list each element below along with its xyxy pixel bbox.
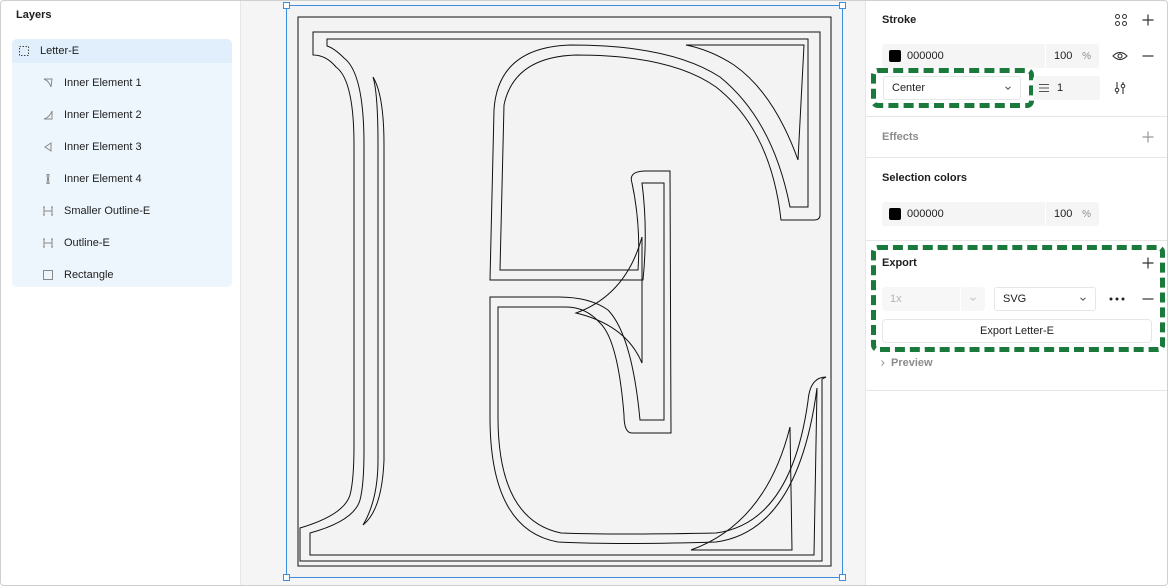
stroke-section: Stroke 000000 100 % Center 1	[866, 0, 1168, 117]
export-button[interactable]: Export Letter-E	[882, 319, 1152, 343]
selection-color-swatch[interactable]	[889, 208, 901, 220]
layer-label: Inner Element 1	[64, 77, 142, 89]
effects-section: Effects	[866, 117, 1168, 158]
selection-hex-value[interactable]: 000000	[907, 208, 944, 220]
advanced-stroke-settings-icon[interactable]	[1110, 78, 1130, 98]
layer-label: Inner Element 4	[64, 173, 142, 185]
layer-label: Smaller Outline-E	[64, 205, 151, 217]
chevron-down-icon	[1005, 86, 1011, 90]
layer-item-inner-element-3[interactable]: Inner Element 3	[12, 135, 232, 159]
style-grid-icon[interactable]	[1111, 10, 1131, 30]
vector-path-icon	[42, 173, 54, 185]
chevron-down-icon	[1080, 297, 1086, 301]
chevron-down-icon	[970, 297, 976, 301]
selection-colors-section: Selection colors 000000 100 %	[866, 158, 1168, 241]
stroke-weight-field[interactable]: 1	[1033, 76, 1100, 100]
chevron-right-icon	[881, 360, 885, 366]
export-section: Export 1x SVG Export Letter-E Preview	[866, 241, 1168, 391]
export-scale-field[interactable]: 1x	[882, 287, 985, 311]
selection-outline	[286, 5, 843, 578]
export-scale-value: 1x	[890, 293, 902, 305]
design-canvas[interactable]	[241, 0, 865, 586]
stroke-position-value: Center	[892, 82, 926, 94]
export-format-select[interactable]: SVG	[994, 287, 1096, 311]
stroke-hex-value[interactable]: 000000	[907, 50, 944, 62]
vector-path-icon	[42, 141, 54, 153]
layer-item-inner-element-1[interactable]: Inner Element 1	[12, 71, 232, 95]
inner-element-2-shape	[690, 426, 793, 551]
more-options-icon[interactable]	[1107, 289, 1127, 309]
stroke-title: Stroke	[882, 14, 917, 26]
inner-element-4-shape	[362, 76, 385, 526]
stroke-percent-sign: %	[1082, 50, 1091, 62]
stroke-weight-value[interactable]: 1	[1057, 82, 1063, 94]
field-divider	[1045, 44, 1046, 68]
preview-toggle[interactable]: Preview	[880, 357, 933, 369]
smaller-outline-e-shape	[309, 38, 818, 556]
properties-panel: Stroke 000000 100 % Center 1 Effects Sel…	[865, 0, 1168, 586]
outline-e-shape	[299, 31, 827, 562]
layer-item-rectangle[interactable]: Rectangle	[12, 263, 232, 287]
layer-label: Outline-E	[64, 237, 110, 249]
selection-color-field[interactable]: 000000 100 %	[882, 202, 1099, 226]
resize-handle-top-right[interactable]	[839, 2, 846, 9]
selection-opacity-value[interactable]: 100	[1054, 208, 1072, 220]
layers-panel-title: Layers	[16, 9, 52, 21]
effects-title: Effects	[882, 131, 919, 143]
layer-label: Inner Element 3	[64, 141, 142, 153]
layer-item-smaller-outline-e[interactable]: Smaller Outline-E	[12, 199, 232, 223]
vector-path-icon	[42, 77, 54, 89]
frame-dashed-icon	[18, 45, 30, 57]
export-format-value: SVG	[1003, 293, 1027, 305]
resize-handle-bottom-left[interactable]	[283, 574, 290, 581]
field-divider	[960, 287, 961, 311]
layer-item-inner-element-2[interactable]: Inner Element 2	[12, 103, 232, 127]
preview-label: Preview	[891, 357, 933, 369]
layer-label: Letter-E	[40, 45, 80, 57]
add-export-icon[interactable]	[1138, 253, 1158, 273]
layers-panel: Layers Letter-E Inner Element 1 Inner El…	[0, 0, 241, 586]
selection-percent-sign: %	[1082, 208, 1091, 220]
stroke-opacity-value[interactable]: 100	[1054, 50, 1072, 62]
add-effect-icon[interactable]	[1138, 127, 1158, 147]
resize-handle-bottom-right[interactable]	[839, 574, 846, 581]
eye-icon[interactable]	[1110, 46, 1130, 66]
layer-label: Inner Element 2	[64, 109, 142, 121]
layer-item-inner-element-4[interactable]: Inner Element 4	[12, 167, 232, 191]
remove-stroke-icon[interactable]	[1138, 46, 1158, 66]
add-stroke-icon[interactable]	[1138, 10, 1158, 30]
selection-colors-title: Selection colors	[882, 172, 967, 184]
vector-path-icon	[42, 237, 54, 249]
layer-item-letter-e[interactable]: Letter-E	[12, 39, 232, 63]
letter-e-frame[interactable]	[283, 2, 846, 581]
stroke-weight-icon	[1038, 82, 1050, 94]
export-title: Export	[882, 257, 917, 269]
vector-path-icon	[42, 205, 54, 217]
letter-e-artwork[interactable]	[286, 5, 843, 578]
field-divider	[1045, 202, 1046, 226]
stroke-color-field[interactable]: 000000 100 %	[882, 44, 1099, 68]
stroke-color-swatch[interactable]	[889, 50, 901, 62]
layer-label: Rectangle	[64, 269, 114, 281]
remove-export-icon[interactable]	[1138, 289, 1158, 309]
layer-list: Letter-E Inner Element 1 Inner Element 2…	[12, 39, 232, 287]
rectangle-icon	[42, 269, 54, 281]
resize-handle-top-left[interactable]	[283, 2, 290, 9]
vector-path-icon	[42, 109, 54, 121]
layer-item-outline-e[interactable]: Outline-E	[12, 231, 232, 255]
stroke-position-select[interactable]: Center	[883, 76, 1021, 100]
